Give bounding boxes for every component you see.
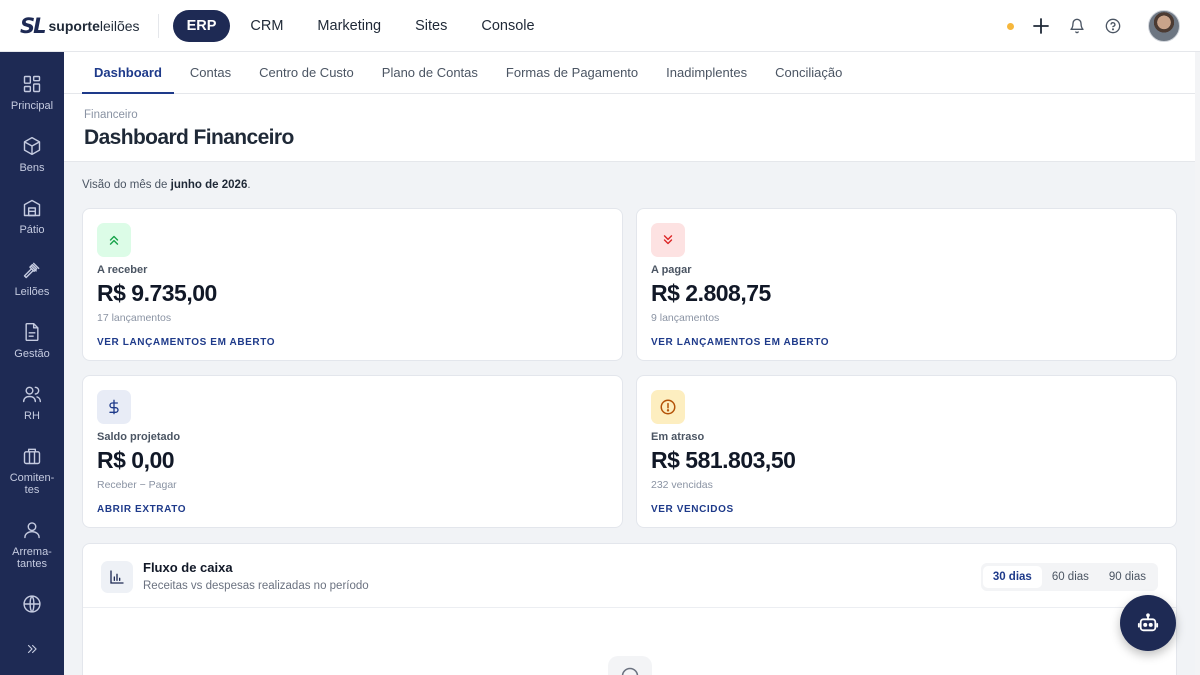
card-subtext: 232 vencidas xyxy=(651,479,713,491)
top-nav-console[interactable]: Console xyxy=(467,10,548,42)
page-header: Financeiro Dashboard Financeiro xyxy=(64,94,1195,162)
sidebar-item-principal[interactable]: Principal xyxy=(0,74,64,112)
robot-icon xyxy=(1137,613,1159,632)
tab-conciliacao[interactable]: Conciliação xyxy=(763,52,854,93)
tab-centro-de-custo[interactable]: Centro de Custo xyxy=(247,52,366,93)
sidebar-label: Comiten-tes xyxy=(9,472,55,496)
brand-logo[interactable]: SL suporteleilões xyxy=(20,0,140,52)
sidebar-expand-button[interactable] xyxy=(0,642,64,656)
tab-contas[interactable]: Contas xyxy=(178,52,243,93)
period-selector: 30 dias 60 dias 90 dias xyxy=(980,563,1158,591)
tab-plano-de-contas[interactable]: Plano de Contas xyxy=(370,52,490,93)
alert-circle-icon xyxy=(651,390,685,424)
box-icon xyxy=(23,136,41,156)
sidebar-label: Bens xyxy=(19,162,45,174)
sidebar-item-bens[interactable]: Bens xyxy=(0,136,64,174)
sidebar-item-leiloes[interactable]: Leilões xyxy=(0,260,64,298)
ver-lancamentos-pagar-link[interactable]: VER LANÇAMENTOS EM ABERTO xyxy=(651,337,829,348)
sidebar-label: Pátio xyxy=(19,224,45,236)
top-bar: SL suporteleilões ERP CRM Marketing Site… xyxy=(0,0,1200,52)
divider xyxy=(83,607,1176,608)
card-value: R$ 9.735,00 xyxy=(97,280,217,306)
period-60-dias[interactable]: 60 dias xyxy=(1042,566,1099,588)
tab-formas-de-pagamento[interactable]: Formas de Pagamento xyxy=(494,52,650,93)
double-chevron-down-icon xyxy=(651,223,685,257)
top-nav-erp[interactable]: ERP xyxy=(172,9,231,42)
cash-flow-subtitle: Receitas vs despesas realizadas no perío… xyxy=(143,580,369,592)
card-label: Em atraso xyxy=(651,431,705,443)
cash-flow-title: Fluxo de caixa xyxy=(143,560,233,575)
cash-flow-panel: Fluxo de caixa Receitas vs despesas real… xyxy=(82,543,1177,675)
period-90-dias[interactable]: 90 dias xyxy=(1099,566,1156,588)
bar-chart-icon xyxy=(101,561,133,593)
card-a-receber: A receber R$ 9.735,00 17 lançamentos VER… xyxy=(82,208,623,361)
dollar-icon xyxy=(97,390,131,424)
sidebar-item-patio[interactable]: Pátio xyxy=(0,198,64,236)
card-value: R$ 2.808,75 xyxy=(651,280,771,306)
divider xyxy=(157,13,159,38)
empty-state-icon xyxy=(608,656,652,675)
top-nav: ERP CRM Marketing Sites Console xyxy=(172,9,549,42)
card-label: A receber xyxy=(97,264,148,276)
sidebar-label: Principal xyxy=(10,100,54,112)
period-30-dias[interactable]: 30 dias xyxy=(982,566,1042,588)
top-nav-crm[interactable]: CRM xyxy=(236,10,297,42)
briefcase-icon xyxy=(23,448,41,465)
sidebar-item-gestao[interactable]: Gestão xyxy=(0,322,64,360)
top-nav-sites[interactable]: Sites xyxy=(401,10,461,42)
sidebar-label: Gestão xyxy=(14,348,50,360)
month-overview: Visão do mês de junho de 2026. xyxy=(82,179,251,191)
logo-mark: SL xyxy=(20,13,46,38)
scrollbar[interactable] xyxy=(1195,52,1200,675)
ver-lancamentos-receber-link[interactable]: VER LANÇAMENTOS EM ABERTO xyxy=(97,337,275,348)
assistant-button[interactable] xyxy=(1120,595,1176,651)
sidebar-item-comitentes[interactable]: Comiten-tes xyxy=(0,446,64,496)
card-subtext: 17 lançamentos xyxy=(97,312,172,324)
card-label: A pagar xyxy=(651,264,692,276)
tab-inadimplentes[interactable]: Inadimplentes xyxy=(654,52,759,93)
breadcrumb[interactable]: Financeiro xyxy=(84,109,138,121)
double-chevron-up-icon xyxy=(97,223,131,257)
top-right-actions xyxy=(1007,0,1180,52)
ver-vencidos-link[interactable]: VER VENCIDOS xyxy=(651,504,734,515)
card-a-pagar: A pagar R$ 2.808,75 9 lançamentos VER LA… xyxy=(636,208,1177,361)
bell-icon[interactable] xyxy=(1068,17,1086,35)
document-icon xyxy=(25,322,39,342)
plus-icon[interactable] xyxy=(1032,17,1050,35)
card-label: Saldo projetado xyxy=(97,431,181,443)
sidebar-label: Leilões xyxy=(14,286,50,298)
card-em-atraso: Em atraso R$ 581.803,50 232 vencidas VER… xyxy=(636,375,1177,528)
logo-text: suporteleilões xyxy=(48,17,140,34)
top-nav-marketing[interactable]: Marketing xyxy=(303,10,395,42)
abrir-extrato-link[interactable]: ABRIR EXTRATO xyxy=(97,504,186,515)
status-dot xyxy=(1007,22,1014,30)
help-icon[interactable] xyxy=(1104,17,1122,35)
sidebar-item-rh[interactable]: RH xyxy=(0,384,64,422)
card-value: R$ 0,00 xyxy=(97,447,175,473)
sidebar-label: Arrema-tantes xyxy=(12,546,52,570)
tab-dashboard[interactable]: Dashboard xyxy=(82,52,174,94)
gavel-icon xyxy=(23,262,40,279)
card-value: R$ 581.803,50 xyxy=(651,447,796,473)
sidebar-item-arrematantes[interactable]: Arrema-tantes xyxy=(0,520,64,570)
globe-icon xyxy=(23,595,41,613)
sidebar: Principal Bens Pátio Leilões Gestão RH C… xyxy=(0,52,64,675)
card-subtext: Receber − Pagar xyxy=(97,479,177,491)
card-saldo-projetado: Saldo projetado R$ 0,00 Receber − Pagar … xyxy=(82,375,623,528)
sidebar-label: RH xyxy=(24,410,40,422)
users-icon xyxy=(22,386,42,403)
card-subtext: 9 lançamentos xyxy=(651,312,720,324)
double-chevron-right-icon xyxy=(27,644,37,654)
user-avatar[interactable] xyxy=(1148,10,1180,42)
grid-icon xyxy=(23,75,41,93)
sidebar-item-sites[interactable] xyxy=(0,594,64,614)
page-title: Dashboard Financeiro xyxy=(84,126,294,149)
warehouse-icon xyxy=(23,199,41,217)
user-icon xyxy=(24,522,40,539)
sub-tabs: Dashboard Contas Centro de Custo Plano d… xyxy=(64,52,1195,94)
